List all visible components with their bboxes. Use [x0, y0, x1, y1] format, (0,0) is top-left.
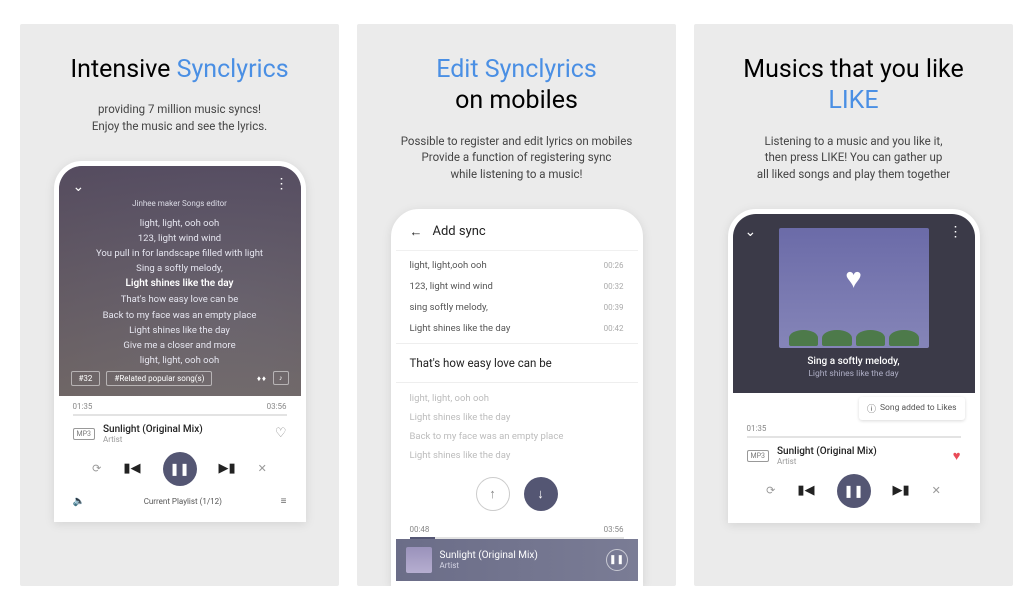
lyric-badge-icon[interactable]: ♪	[273, 371, 289, 385]
tag-rank[interactable]: #32	[71, 371, 101, 386]
next-icon[interactable]: ▶▮	[893, 483, 910, 498]
current-lyric: Sing a softly melody,	[733, 356, 975, 367]
mp3-badge: MP3	[73, 428, 95, 440]
playlist-icon[interactable]: ≡	[281, 496, 287, 507]
next-icon[interactable]: ▶▮	[219, 461, 236, 476]
promo-panel-2: Edit Synclyrics on mobiles Possible to r…	[357, 24, 676, 586]
song-title: Sunlight (Original Mix)	[777, 446, 877, 457]
title-accent: Synclyrics	[177, 55, 289, 84]
phone-mock: ← Add sync light, light,ooh ooh00:26 123…	[391, 209, 643, 586]
album-art	[406, 547, 432, 573]
toast-liked: ⓘ Song added to Likes	[859, 397, 965, 420]
progress-bar[interactable]	[73, 414, 287, 416]
tag-row: #32 #Related popular song(s) ♦♦ ♪	[71, 371, 289, 386]
sync-row[interactable]: light, light,ooh ooh00:26	[410, 255, 624, 276]
seek-total: 03:56	[604, 525, 624, 534]
info-icon: ⓘ	[867, 402, 876, 415]
heart-icon: ♥	[845, 261, 862, 294]
now-playing-cover: ⌄ ⋮ ♥ Sing a softly melody, Light shines…	[733, 214, 975, 393]
song-title: Sunlight (Original Mix)	[103, 424, 203, 435]
hero-subtitle: Possible to register and edit lyrics on …	[401, 133, 633, 183]
more-icon[interactable]: ⋮	[275, 176, 289, 192]
sync-row[interactable]: 123, light wind wind00:32	[410, 276, 624, 297]
hero-subtitle: Listening to a music and you like it, th…	[757, 133, 950, 183]
more-icon[interactable]: ⋮	[949, 224, 963, 240]
tag-related[interactable]: #Related popular song(s)	[106, 371, 212, 386]
promo-panel-1: Intensive Synclyrics providing 7 million…	[20, 24, 339, 586]
album-art: ♥	[779, 228, 929, 348]
title-part: on mobiles	[436, 85, 597, 116]
promo-panel-3: Musics that you like LIKE Listening to a…	[694, 24, 1013, 586]
add-sync-header: ← Add sync	[396, 214, 638, 251]
seek-bar[interactable]	[410, 537, 624, 539]
phone-mock: ⌄ ⋮ Jinhee maker Songs editor light, lig…	[54, 161, 306, 522]
back-icon[interactable]: ←	[410, 224, 423, 240]
header-title: Add sync	[433, 224, 486, 239]
sync-row[interactable]: sing softly melody,00:39	[410, 297, 624, 318]
mp3-badge: MP3	[747, 450, 769, 462]
time-elapsed: 01:35	[747, 424, 767, 433]
song-title: Sunlight (Original Mix)	[440, 550, 538, 561]
next-lyric: Light shines like the day	[733, 369, 975, 379]
title-accent: LIKE	[743, 85, 963, 116]
song-artist: Artist	[103, 435, 203, 444]
heart-icon[interactable]: ♥	[953, 448, 961, 464]
prev-icon[interactable]: ▮◀	[123, 461, 140, 476]
shuffle-icon[interactable]: ✕	[932, 484, 941, 497]
title-part: Intensive	[70, 55, 176, 84]
equalizer-icon[interactable]: ♦♦	[257, 374, 267, 383]
player-bar: 01:35 03:56 MP3 Sunlight (Original Mix) A…	[59, 396, 301, 517]
pending-lyrics: light, light, ooh ooh Light shines like …	[396, 383, 638, 471]
song-artist: Artist	[440, 561, 538, 570]
repeat-icon[interactable]: ⟳	[92, 462, 101, 475]
mini-pause-button[interactable]: ❚❚	[606, 549, 628, 571]
progress-bar[interactable]	[747, 436, 961, 438]
seek-elapsed: 00:48	[410, 525, 430, 534]
sync-up-button[interactable]: ↑	[476, 477, 510, 511]
current-sync-lyric[interactable]: That's how easy love can be	[396, 343, 638, 383]
mini-player: Sunlight (Original Mix) Artist ❚❚	[396, 539, 638, 581]
current-lyric: Light shines like the day	[73, 276, 287, 292]
playlist-label[interactable]: Current Playlist (1/12)	[144, 497, 222, 506]
title-part: Musics that you like	[743, 54, 963, 85]
volume-icon[interactable]: 🔈	[73, 496, 85, 507]
sync-down-button[interactable]: ↓	[524, 477, 558, 511]
repeat-icon[interactable]: ⟳	[766, 484, 775, 497]
chevron-down-icon[interactable]: ⌄	[73, 179, 85, 195]
hero-subtitle: providing 7 million music syncs! Enjoy t…	[92, 101, 267, 134]
lyric-maker: Jinhee maker Songs editor	[73, 199, 287, 208]
sync-row[interactable]: Light shines like the day00:42	[410, 318, 624, 339]
time-total: 03:56	[267, 402, 287, 411]
player-bar: 01:35 MP3 Sunlight (Original Mix) Artist…	[733, 418, 975, 518]
hero-title: Musics that you like LIKE	[743, 54, 963, 117]
phone-mock: ⌄ ⋮ ♥ Sing a softly melody, Light shines…	[728, 209, 980, 523]
shuffle-icon[interactable]: ✕	[258, 462, 267, 475]
prev-icon[interactable]: ▮◀	[797, 483, 814, 498]
heart-icon[interactable]: ♡	[275, 426, 287, 441]
hero-title: Intensive Synclyrics	[70, 54, 288, 85]
lyrics-view: ⌄ ⋮ Jinhee maker Songs editor light, lig…	[59, 166, 301, 396]
title-accent: Edit Synclyrics	[436, 54, 597, 85]
song-artist: Artist	[777, 457, 877, 466]
lyrics-list: light, light, ooh ooh 123, light wind wi…	[73, 216, 287, 369]
pause-button[interactable]: ❚❚	[837, 474, 871, 508]
synced-lyrics: light, light,ooh ooh00:26 123, light win…	[396, 251, 638, 343]
pause-button[interactable]: ❚❚	[163, 452, 197, 486]
hero-title: Edit Synclyrics on mobiles	[436, 54, 597, 117]
time-elapsed: 01:35	[73, 402, 93, 411]
chevron-down-icon[interactable]: ⌄	[745, 224, 757, 240]
